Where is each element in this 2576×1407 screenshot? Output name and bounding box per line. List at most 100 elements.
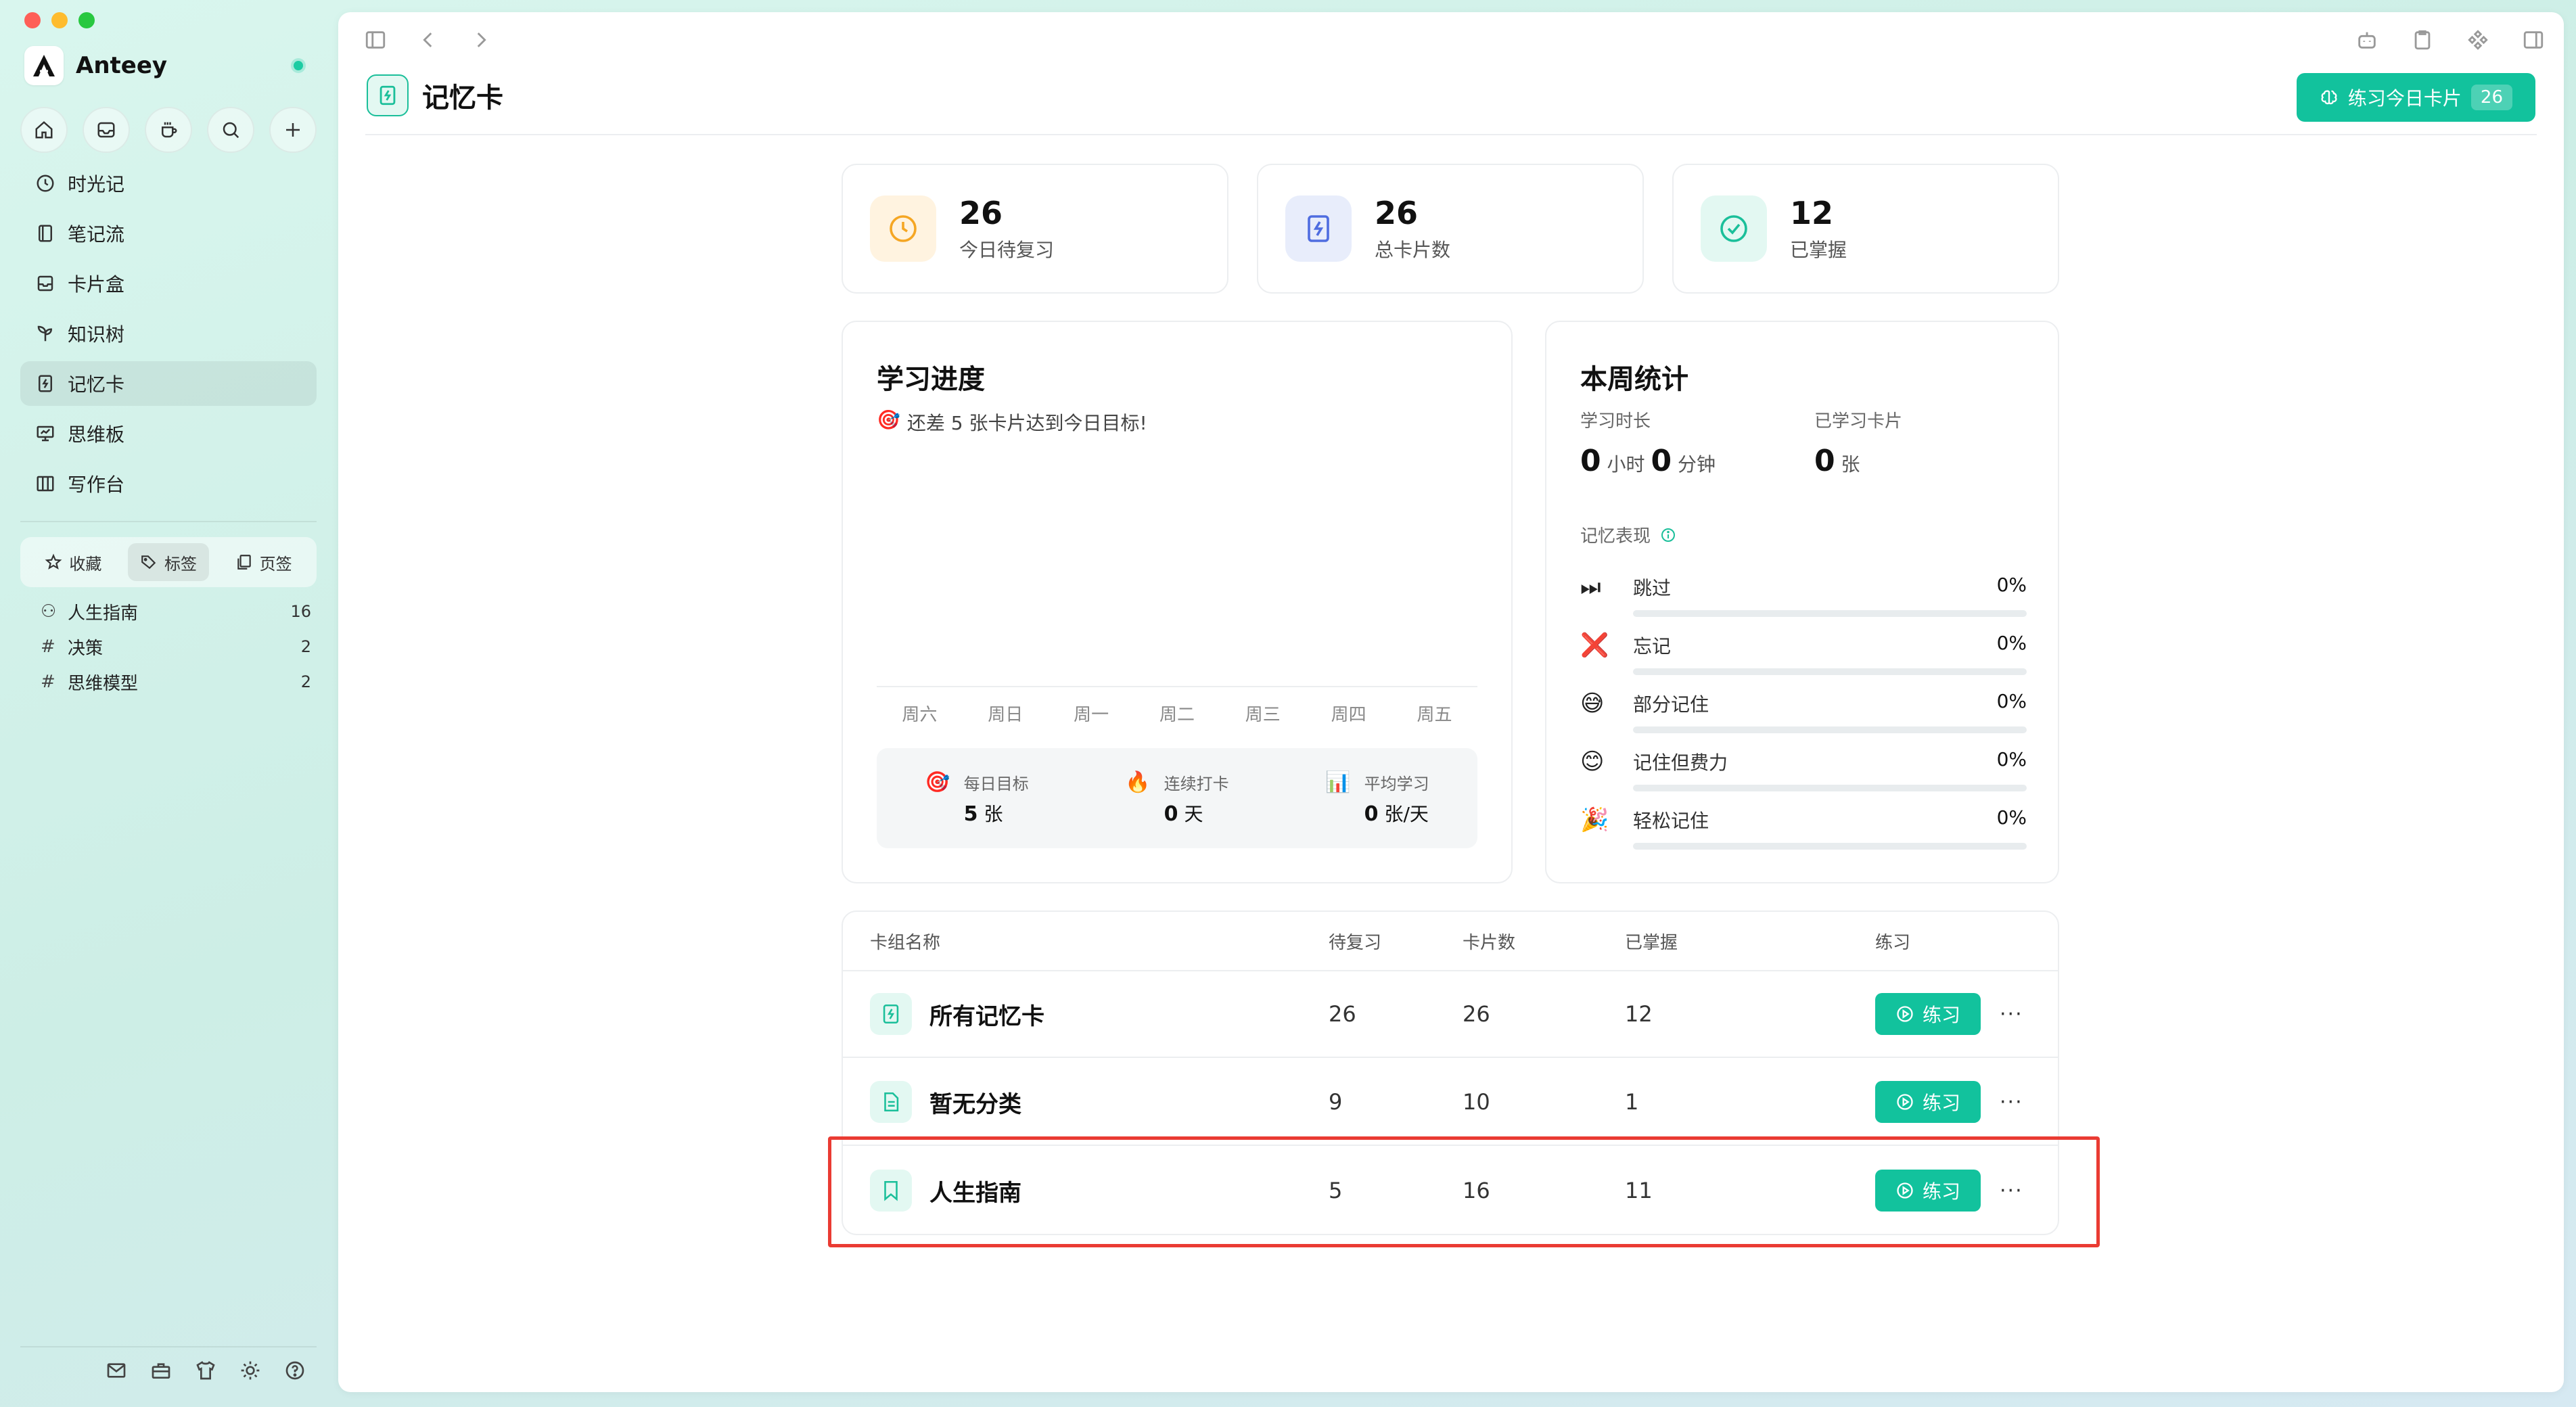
hash-icon: # [41, 637, 55, 657]
table-row[interactable]: 暂无分类 9 10 1 练习 ··· [843, 1059, 2058, 1146]
sidebar-item-label: 思维板 [68, 423, 125, 446]
cross-icon: ❌ [1580, 632, 1609, 659]
tag-item[interactable]: ⚇ 人生指南 16 [41, 594, 311, 629]
practice-button[interactable]: 练习 [1875, 1081, 1981, 1123]
goal-label: 连续打卡 [1164, 774, 1229, 793]
sidebar-item-timeline[interactable]: 时光记 [20, 161, 317, 206]
plus-icon [286, 123, 300, 137]
practice-today-button[interactable]: 练习今日卡片 26 [2296, 73, 2535, 122]
mail-icon[interactable] [106, 1360, 127, 1381]
sidebar-item-knowledge-tree[interactable]: 知识树 [20, 311, 317, 356]
memory-bar [1633, 726, 2027, 733]
flashcard-icon [39, 375, 52, 392]
inbox-icon [37, 275, 53, 292]
more-options-button[interactable]: ··· [2000, 1090, 2023, 1114]
forward-icon[interactable] [469, 28, 492, 51]
goal-streak: 🔥 连续打卡 0 天 [1125, 770, 1228, 827]
sidebar-item-flashcards[interactable]: 记忆卡 [20, 361, 317, 406]
day-label: 周三 [1245, 705, 1281, 725]
goal-value: 0 天 [1164, 802, 1203, 826]
memory-percent: 0% [1996, 806, 2027, 829]
tab-favorites[interactable]: 收藏 [32, 543, 114, 581]
memory-row-hard: 😊 记住但费力 0% [1580, 748, 2027, 791]
goal-label: 平均学习 [1364, 774, 1429, 793]
memory-percent: 0% [1996, 574, 2027, 596]
more-options-button[interactable]: ··· [2000, 1002, 2023, 1026]
stat-label: 总卡片数 [1375, 239, 1451, 261]
sprout-icon [37, 325, 53, 342]
table-header: 卡组名称 待复习 卡片数 已掌握 练习 [843, 912, 2058, 971]
tag-name: 人生指南 [68, 603, 139, 624]
stat-label: 已掌握 [1790, 239, 1847, 261]
study-time-label: 学习时长 [1580, 411, 1651, 432]
inbox-icon [97, 122, 115, 138]
sidebar-item-cardbox[interactable]: 卡片盒 [20, 261, 317, 306]
progress-title: 学习进度 [877, 364, 985, 395]
tab-pages[interactable]: 页签 [223, 543, 304, 581]
search-button[interactable] [207, 107, 254, 153]
tag-count: 2 [300, 637, 311, 656]
coffee-icon [162, 122, 177, 138]
highlight-box [828, 1136, 2100, 1247]
check-circle-icon [1701, 195, 1767, 262]
window-controls [24, 12, 95, 28]
robot-icon[interactable] [2355, 28, 2378, 51]
toolbox-icon[interactable] [150, 1360, 172, 1381]
stat-card-mastered: 12 已掌握 [1672, 164, 2059, 294]
sidebar-divider [20, 521, 317, 522]
close-window-button[interactable] [24, 12, 41, 28]
memory-percent: 0% [1996, 748, 2027, 770]
minimize-window-button[interactable] [51, 12, 68, 28]
sidebar-item-notes[interactable]: 笔记流 [20, 211, 317, 256]
col-header-mastered: 已掌握 [1625, 932, 1678, 953]
practice-button[interactable]: 练习 [1875, 993, 1981, 1035]
memory-label: 轻松记住 [1633, 810, 1709, 832]
study-time-value: 0 小时 0 分钟 [1580, 444, 1716, 478]
zoom-window-button[interactable] [78, 12, 95, 28]
app-brand[interactable]: Anteey [24, 46, 167, 85]
memory-label: 部分记住 [1633, 693, 1709, 716]
studied-cards-value: 0 张 [1814, 444, 1860, 478]
table-row[interactable]: 所有记忆卡 26 26 12 练习 ··· [843, 971, 2058, 1058]
coffee-button[interactable] [145, 107, 192, 153]
inbox-button[interactable] [83, 107, 130, 153]
memory-bar [1633, 610, 2027, 617]
info-icon[interactable] [1660, 527, 1676, 543]
memory-label: 记住但费力 [1633, 752, 1728, 774]
stat-label: 今日待复习 [959, 239, 1055, 261]
deck-cards: 10 [1463, 1089, 1490, 1115]
tag-item[interactable]: # 决策 2 [41, 629, 311, 664]
deck-mastered: 12 [1625, 1001, 1653, 1027]
help-icon[interactable] [284, 1360, 306, 1381]
progress-card: 学习进度 🎯 还差 5 张卡片达到今日目标! 周六 周日 周一 周二 周三 周四… [842, 321, 1513, 883]
day-label: 周一 [1074, 705, 1109, 725]
clipboard-icon[interactable] [2411, 28, 2434, 51]
sidebar-item-mindboard[interactable]: 思维板 [20, 411, 317, 456]
stat-value: 26 [1375, 195, 1419, 231]
right-panel-toggle-icon[interactable] [2522, 28, 2545, 51]
goal-summary: 🎯 每日目标 5 张 🔥 连续打卡 0 天 📊 平均学习 0 张/天 [877, 748, 1477, 848]
home-button[interactable] [20, 107, 68, 153]
tag-item[interactable]: # 思维模型 2 [41, 664, 311, 699]
hash-icon: # [41, 672, 55, 692]
back-icon[interactable] [417, 28, 440, 51]
stat-card-total: 26 总卡片数 [1257, 164, 1644, 294]
sidebar-item-writing[interactable]: 写作台 [20, 461, 317, 506]
sidebar-item-label: 卡片盒 [68, 273, 125, 296]
shirt-icon[interactable] [195, 1360, 216, 1381]
progress-hint: 🎯 还差 5 张卡片达到今日目标! [877, 409, 1147, 436]
memory-label: 跳过 [1633, 577, 1672, 599]
deck-name: 暂无分类 [929, 1090, 1021, 1118]
sun-icon[interactable] [239, 1360, 261, 1381]
goal-value: 5 张 [963, 802, 1003, 826]
deck-due: 26 [1329, 1001, 1356, 1027]
diamond-grid-icon[interactable] [2466, 28, 2489, 51]
header-divider [365, 134, 2537, 135]
tab-tags[interactable]: 标签 [127, 543, 209, 581]
document-icon [870, 1081, 912, 1123]
add-button[interactable] [269, 107, 317, 153]
page-title: 记忆卡 [422, 83, 503, 114]
sidebar-toggle-icon[interactable] [364, 28, 387, 51]
memory-row-skip: ⏭ 跳过 0% [1580, 574, 2027, 617]
stat-value: 12 [1790, 195, 1834, 231]
